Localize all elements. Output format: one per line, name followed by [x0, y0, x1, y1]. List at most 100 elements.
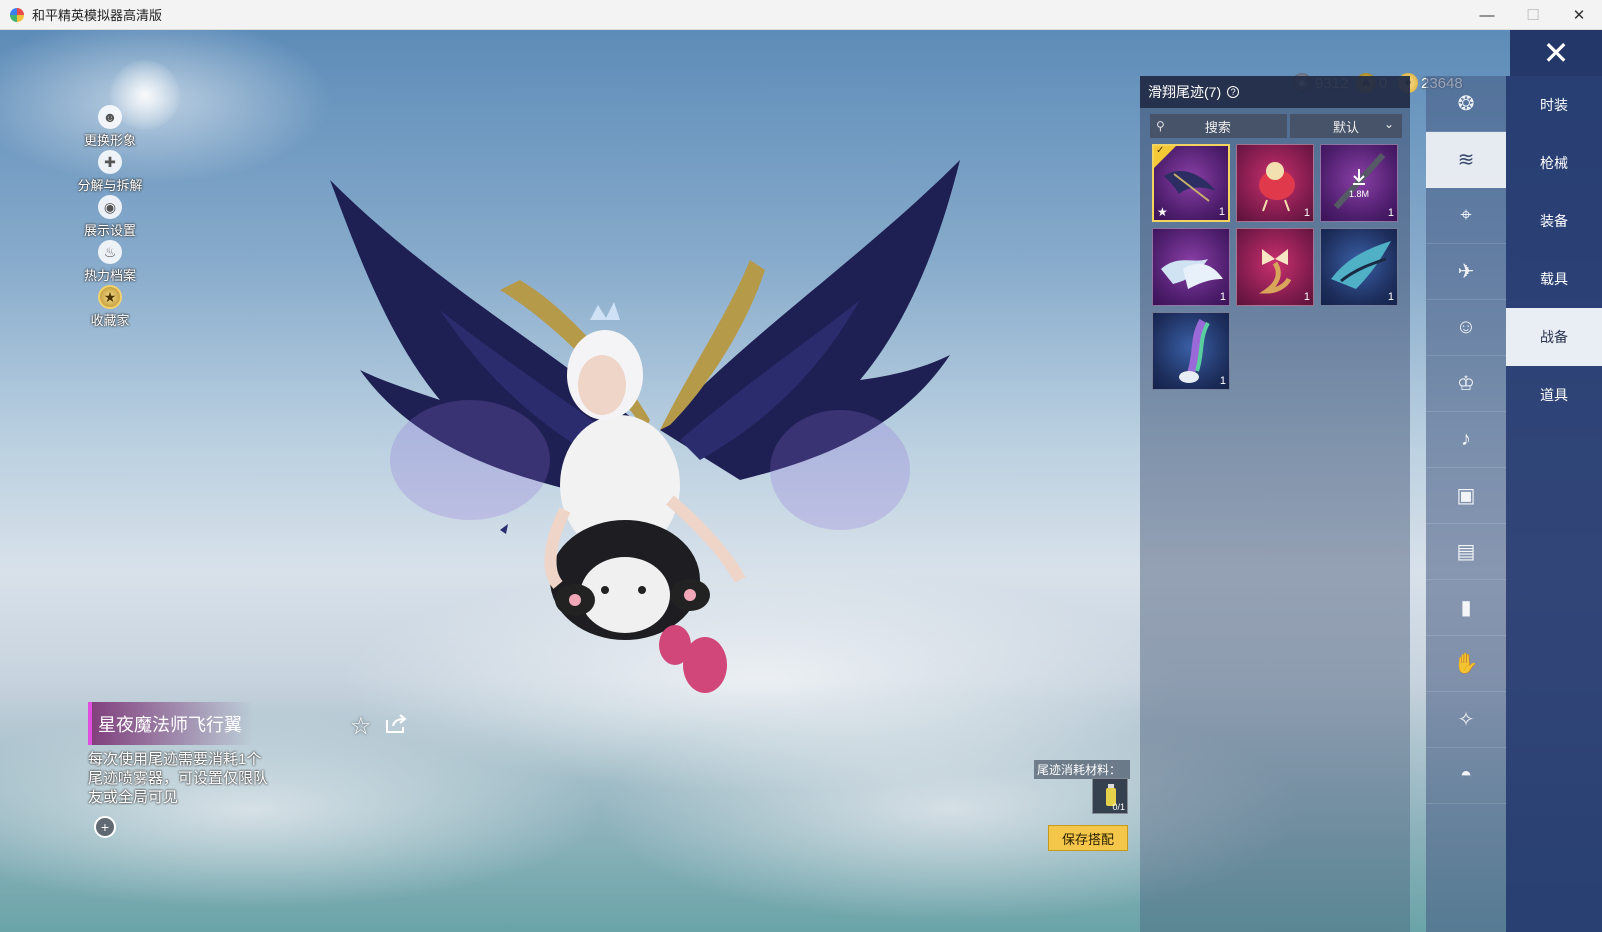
close-icon[interactable]: ✕	[1510, 30, 1602, 76]
chevron-down-icon: ⌄	[1383, 117, 1394, 131]
item-count: 1	[1303, 291, 1310, 303]
zoom-in-icon[interactable]: +	[94, 816, 116, 838]
save-outfit-button[interactable]: 保存搭配	[1048, 825, 1128, 851]
sparkle-icon: ✧	[1457, 709, 1475, 731]
help-icon[interactable]: ?	[1227, 86, 1240, 98]
app-icon	[10, 7, 24, 22]
sound-icon: ♪	[1461, 428, 1471, 450]
puzzle-icon: ✚	[98, 150, 122, 174]
favorite-star-icon[interactable]: ☆	[350, 712, 372, 741]
panel-header: 滑翔尾迹(7) ?	[1140, 76, 1410, 108]
tab-props[interactable]: 道具	[1506, 366, 1602, 424]
window-title: 和平精英模拟器高清版	[32, 8, 163, 23]
tab-battle-gear[interactable]: 战备	[1506, 308, 1602, 366]
spray-icon: ▮	[1460, 597, 1472, 619]
tab-equipment[interactable]: 装备	[1506, 192, 1602, 250]
item-count: 1	[1387, 207, 1394, 219]
category-helmet[interactable]: ◓	[1426, 748, 1506, 804]
item-dark-wings-trail[interactable]: ✓ ★ 1	[1152, 144, 1230, 222]
item-download-trail[interactable]: 1.8M 1	[1320, 144, 1398, 222]
item-red-chick-trail[interactable]: 1	[1236, 144, 1314, 222]
display-settings-button[interactable]: ◉ 展示设置	[80, 195, 140, 240]
flame-icon: ♨	[98, 240, 122, 264]
search-label: 搜索	[1204, 119, 1231, 135]
item-count: 1	[1219, 291, 1226, 303]
decompose-button[interactable]: ✚ 分解与拆解	[78, 150, 143, 195]
game-scene: ☻ 更换形象 ✚ 分解与拆解 ◉ 展示设置 ♨ 热力档案 ★ 收藏家 星夜魔法师…	[0, 30, 1602, 932]
frame-icon: ▣	[1456, 485, 1476, 507]
rainbow-trail-icon	[1179, 318, 1210, 383]
item-rainbow-trail[interactable]: 1	[1152, 312, 1230, 390]
panel-title: 滑翔尾迹(7)	[1148, 84, 1222, 100]
eye-icon: ◉	[98, 195, 122, 219]
character-model[interactable]	[320, 140, 970, 710]
download-size: 1.8M	[1348, 189, 1369, 199]
checkmark-icon: ✓	[1156, 145, 1165, 156]
inventory-panel: 滑翔尾迹(7) ? ⚲ 搜索 默认 ⌄ ✓ ★ 1 1 1.8M 1 1 1 1…	[1140, 76, 1410, 932]
collector-button[interactable]: ★ 收藏家	[80, 285, 140, 330]
gallery-icon: ▤	[1456, 541, 1476, 563]
item-count: 1	[1387, 291, 1394, 303]
item-crystal-wings-trail[interactable]: 1	[1320, 228, 1398, 306]
category-icon-column: ❂ ≋ ⌖ ✈ ☺ ♔ ♪ ▣ ▤ ▮ ✋ ✧ ◓	[1426, 76, 1506, 932]
item-count: 1	[1219, 375, 1226, 387]
category-plane[interactable]: ✈	[1426, 244, 1506, 300]
window-close-button[interactable]: ✕	[1556, 0, 1602, 30]
change-appearance-label: 更换形象	[83, 133, 136, 148]
person-icon: ☻	[98, 105, 122, 129]
category-gallery[interactable]: ▤	[1426, 524, 1506, 580]
item-description: 每次使用尾迹需要消耗1个尾迹喷雾器，可设置仅限队友或全局可见	[88, 751, 269, 806]
sort-label: 默认	[1332, 119, 1359, 135]
category-pet[interactable]: ❂	[1426, 76, 1506, 132]
category-emote[interactable]: ☺	[1426, 300, 1506, 356]
category-drone[interactable]: ⌖	[1426, 188, 1506, 244]
category-glider-trail[interactable]: ≋	[1426, 132, 1506, 188]
window-controls: — ☐ ✕	[1464, 0, 1602, 30]
collector-label: 收藏家	[90, 313, 130, 328]
spray-material-slot[interactable]: 0/1	[1092, 778, 1128, 814]
collector-badge-icon: ★	[98, 285, 122, 309]
gesture-icon: ✋	[1453, 653, 1479, 675]
item-white-wings-trail[interactable]: 1	[1152, 228, 1230, 306]
category-gesture[interactable]: ✋	[1426, 636, 1506, 692]
download-icon	[1333, 152, 1386, 210]
main-tab-column: 时装 枪械 装备 载具 战备 道具	[1506, 76, 1602, 932]
glider-trail-icon: ≋	[1457, 149, 1475, 171]
category-spray[interactable]: ▮	[1426, 580, 1506, 636]
minimize-button[interactable]: —	[1464, 0, 1510, 30]
chick-icon	[1259, 162, 1295, 212]
avatar-icon: ♔	[1457, 373, 1475, 395]
category-sparkle[interactable]: ✧	[1426, 692, 1506, 748]
sort-dropdown[interactable]: 默认 ⌄	[1290, 114, 1402, 138]
item-count: 1	[1218, 206, 1225, 218]
material-label: 尾迹消耗材料：	[1034, 760, 1130, 779]
search-input[interactable]: ⚲ 搜索	[1150, 114, 1287, 138]
maximize-button[interactable]: ☐	[1510, 0, 1556, 30]
window-titlebar: 和平精英模拟器高清版 — ☐ ✕	[0, 0, 1602, 30]
drone-icon: ⌖	[1460, 204, 1472, 226]
pet-icon: ❂	[1457, 93, 1475, 115]
item-golden-bow-trail[interactable]: 1	[1236, 228, 1314, 306]
category-avatar[interactable]: ♔	[1426, 356, 1506, 412]
share-icon[interactable]	[384, 714, 408, 734]
category-frame[interactable]: ▣	[1426, 468, 1506, 524]
change-appearance-button[interactable]: ☻ 更换形象	[80, 105, 140, 150]
side-menu: ☻ 更换形象 ✚ 分解与拆解 ◉ 展示设置 ♨ 热力档案 ★ 收藏家	[78, 105, 143, 330]
search-icon: ⚲	[1156, 119, 1165, 133]
category-sound[interactable]: ♪	[1426, 412, 1506, 468]
display-settings-label: 展示设置	[83, 223, 136, 238]
tab-vehicles[interactable]: 载具	[1506, 250, 1602, 308]
tab-fashion[interactable]: 时装	[1506, 76, 1602, 134]
item-name: 星夜魔法师飞行翼	[88, 702, 253, 745]
heat-archive-button[interactable]: ♨ 热力档案	[80, 240, 140, 285]
material-count: 0/1	[1112, 802, 1125, 812]
emote-icon: ☺	[1455, 316, 1477, 338]
favorite-star-icon: ★	[1157, 205, 1168, 219]
crystal-wings-icon	[1331, 241, 1391, 289]
helmet-icon: ◓	[1459, 764, 1473, 786]
plane-icon: ✈	[1457, 261, 1475, 283]
heat-archive-label: 热力档案	[83, 268, 136, 283]
tab-firearms[interactable]: 枪械	[1506, 134, 1602, 192]
white-wings-icon	[1161, 259, 1223, 289]
golden-bow-icon	[1259, 249, 1292, 294]
